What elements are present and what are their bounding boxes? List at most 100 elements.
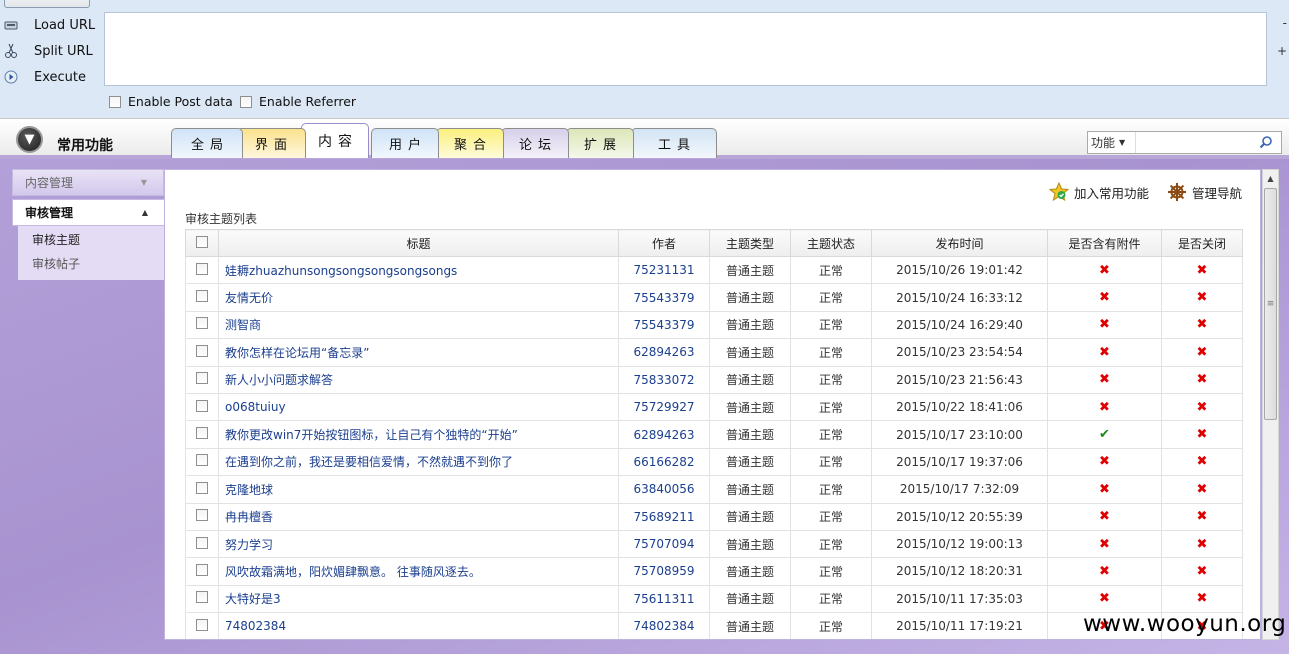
- topic-title-link[interactable]: 大特好是3: [218, 584, 619, 614]
- function-search[interactable]: 功能 ▼: [1087, 131, 1282, 154]
- author-link[interactable]: 75231131: [618, 255, 710, 285]
- row-select-cell[interactable]: [185, 447, 219, 477]
- row-select-cell[interactable]: [185, 529, 219, 559]
- topic-title-link[interactable]: 测智商: [218, 310, 619, 340]
- table-row[interactable]: 冉冉檀香 75689211 普通主题 正常 2015/10/12 20:55:39 ✖ ✖: [185, 502, 1243, 531]
- author-link[interactable]: 75543379: [618, 310, 710, 340]
- tab-user[interactable]: 用户: [371, 128, 439, 158]
- topic-title-link[interactable]: 教你更改win7开始按钮图标，让自己有个独特的“开始”: [218, 420, 619, 449]
- row-checkbox[interactable]: [196, 262, 208, 275]
- tab-forum[interactable]: 论坛: [501, 128, 569, 158]
- row-select-cell[interactable]: [185, 612, 219, 639]
- author-link[interactable]: 75708959: [618, 557, 710, 586]
- row-select-cell[interactable]: [185, 392, 219, 422]
- row-checkbox[interactable]: [196, 372, 208, 385]
- select-all-checkbox[interactable]: [196, 235, 208, 248]
- topic-title-link[interactable]: 教你怎样在论坛用“备忘录”: [218, 338, 619, 367]
- author-link[interactable]: 66166282: [618, 447, 710, 477]
- topic-title-link[interactable]: 友情无价: [218, 283, 619, 312]
- topic-title-link[interactable]: 克隆地球: [218, 475, 619, 504]
- back-button[interactable]: ▼: [16, 126, 43, 153]
- row-checkbox[interactable]: [196, 536, 208, 549]
- sidebar-item-review-posts[interactable]: 审核帖子: [18, 252, 164, 276]
- row-checkbox[interactable]: [196, 509, 208, 522]
- collapse-minus-button[interactable]: -: [1283, 16, 1287, 30]
- row-select-cell[interactable]: [185, 310, 219, 340]
- table-row[interactable]: 测智商 75543379 普通主题 正常 2015/10/24 16:29:40 ✖ ✖: [185, 310, 1243, 340]
- topic-title-link[interactable]: 74802384: [218, 612, 619, 639]
- scroll-thumb[interactable]: ≡: [1264, 188, 1277, 420]
- row-checkbox[interactable]: [196, 563, 208, 576]
- split-url-button[interactable]: Split URL: [0, 40, 100, 62]
- add-favorite-button[interactable]: 加入常用功能: [1048, 182, 1149, 202]
- row-checkbox[interactable]: [196, 481, 208, 494]
- row-select-cell[interactable]: [185, 475, 219, 504]
- author-link[interactable]: 75729927: [618, 392, 710, 422]
- author-link[interactable]: 75833072: [618, 365, 710, 394]
- tab-aggregate[interactable]: 聚合: [436, 128, 504, 158]
- row-select-cell[interactable]: [185, 557, 219, 586]
- row-select-cell[interactable]: [185, 338, 219, 367]
- sidebar-group-content[interactable]: 内容管理 ▼: [12, 169, 164, 196]
- enable-post-box[interactable]: [109, 95, 121, 108]
- tab-interface[interactable]: 界面: [236, 128, 306, 158]
- row-select-cell[interactable]: [185, 502, 219, 531]
- topic-title-link[interactable]: 风吹故霜满地，阳炊媚肆飘意。 往事随风逐去。: [218, 557, 619, 586]
- author-link[interactable]: 75611311: [618, 584, 710, 614]
- table-row[interactable]: 新人小小问题求解答 75833072 普通主题 正常 2015/10/23 21:56:…: [185, 365, 1243, 394]
- url-textarea[interactable]: [104, 12, 1267, 86]
- author-link[interactable]: 75689211: [618, 502, 710, 531]
- topic-title-link[interactable]: 娃耨zhuazhunsongsongsongsongsongs: [218, 255, 619, 285]
- row-select-cell[interactable]: [185, 283, 219, 312]
- enable-referrer-checkbox[interactable]: Enable Referrer: [240, 94, 356, 109]
- tab-tools[interactable]: 工具: [631, 128, 717, 158]
- row-checkbox[interactable]: [196, 427, 208, 440]
- table-row[interactable]: 大特好是3 75611311 普通主题 正常 2015/10/11 17:35:03 ✖ ✖: [185, 584, 1243, 614]
- topic-title-link[interactable]: 努力学习: [218, 529, 619, 559]
- topic-title-link[interactable]: o068tuiuy: [218, 392, 619, 422]
- author-link[interactable]: 75543379: [618, 283, 710, 312]
- topic-title-link[interactable]: 新人小小问题求解答: [218, 365, 619, 394]
- row-checkbox[interactable]: [196, 618, 208, 631]
- author-link[interactable]: 74802384: [618, 612, 710, 639]
- search-icon[interactable]: [1259, 135, 1273, 153]
- enable-post-checkbox[interactable]: Enable Post data: [109, 94, 233, 109]
- table-row[interactable]: 友情无价 75543379 普通主题 正常 2015/10/24 16:33:12 ✖ ✖: [185, 283, 1243, 312]
- author-link[interactable]: 62894263: [618, 338, 710, 367]
- row-select-cell[interactable]: [185, 584, 219, 614]
- search-type-select[interactable]: 功能 ▼: [1088, 132, 1136, 153]
- row-select-cell[interactable]: [185, 420, 219, 449]
- vertical-scrollbar[interactable]: ▲ ≡: [1262, 169, 1279, 640]
- row-select-cell[interactable]: [185, 365, 219, 394]
- sidebar-group-review[interactable]: 审核管理 ▲: [12, 199, 164, 226]
- row-checkbox[interactable]: [196, 317, 208, 330]
- execute-button[interactable]: Execute: [0, 66, 100, 88]
- scroll-up-button[interactable]: ▲: [1263, 170, 1278, 187]
- author-link[interactable]: 75707094: [618, 529, 710, 559]
- hackbar-top-button[interactable]: [4, 0, 90, 8]
- table-row[interactable]: o068tuiuy 75729927 普通主题 正常 2015/10/22 18:41:…: [185, 392, 1243, 422]
- enable-referrer-box[interactable]: [240, 95, 252, 108]
- expand-plus-button[interactable]: +: [1277, 44, 1287, 58]
- table-row[interactable]: 风吹故霜满地，阳炊媚肆飘意。 往事随风逐去。 75708959 普通主题 正常 2015…: [185, 557, 1243, 586]
- topic-title-link[interactable]: 在遇到你之前，我还是要相信爱情，不然就遇不到你了: [218, 447, 619, 477]
- table-row[interactable]: 教你怎样在论坛用“备忘录” 62894263 普通主题 正常 2015/10/23 23…: [185, 338, 1243, 367]
- topic-title-link[interactable]: 冉冉檀香: [218, 502, 619, 531]
- row-select-cell[interactable]: [185, 255, 219, 285]
- select-all-cell[interactable]: [185, 229, 219, 257]
- admin-nav-button[interactable]: 管理导航: [1167, 182, 1242, 202]
- tab-content[interactable]: 内容: [301, 123, 369, 158]
- row-checkbox[interactable]: [196, 290, 208, 303]
- sidebar-item-review-topics[interactable]: 审核主题: [18, 228, 164, 252]
- tab-extension[interactable]: 扩展: [566, 128, 634, 158]
- row-checkbox[interactable]: [196, 454, 208, 467]
- row-checkbox[interactable]: [196, 591, 208, 604]
- row-checkbox[interactable]: [196, 399, 208, 412]
- author-link[interactable]: 62894263: [618, 420, 710, 449]
- author-link[interactable]: 63840056: [618, 475, 710, 504]
- load-url-button[interactable]: Load URL: [0, 14, 100, 36]
- table-row[interactable]: 娃耨zhuazhunsongsongsongsongsongs 75231131 普…: [185, 255, 1243, 285]
- table-row[interactable]: 克隆地球 63840056 普通主题 正常 2015/10/17 7:32:09 ✖ ✖: [185, 475, 1243, 504]
- tab-global[interactable]: 全局: [171, 128, 243, 158]
- row-checkbox[interactable]: [196, 344, 208, 357]
